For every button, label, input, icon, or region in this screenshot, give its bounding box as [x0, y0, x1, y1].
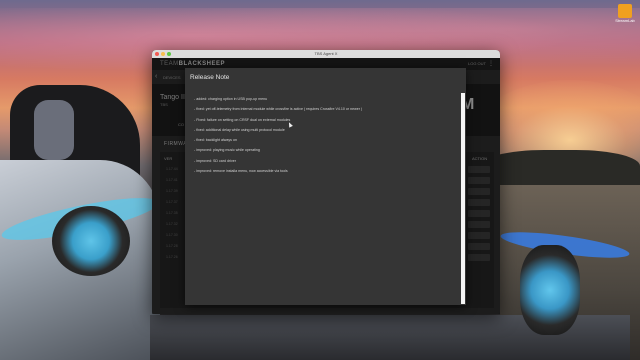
car-window — [34, 100, 74, 160]
tree-line — [480, 150, 640, 190]
release-note-dialog: Release Note - added: charging option in… — [185, 68, 466, 305]
list-item: - improved: remove installa menu, now ac… — [194, 169, 288, 174]
minimize-window-button[interactable] — [161, 52, 165, 56]
window-title: TBS Agent X — [314, 51, 338, 56]
maximize-window-button[interactable] — [167, 52, 171, 56]
list-item: - fixed: yet off-telemetry from internal… — [194, 107, 363, 112]
dialog-title: Release Note — [190, 74, 230, 81]
motor-right — [520, 245, 580, 335]
dialog-scrollbar[interactable] — [461, 93, 465, 304]
list-item: - added: charging option in USB pop-up m… — [194, 97, 268, 101]
app-icon — [618, 4, 632, 18]
list-item: - fixed: additional delay while using mu… — [194, 127, 285, 132]
motor-left — [52, 206, 130, 276]
list-item: - improved: SD card driver — [194, 158, 236, 163]
release-note-list: - added: charging option in USB pop-up m… — [194, 94, 454, 176]
desktop-app-icon[interactable]: StreamLab — [615, 4, 635, 26]
list-item: - Fixed: failure on setting on CRSF dual… — [194, 117, 291, 122]
list-item: - fixed: backlight always on — [194, 138, 237, 143]
title-bar: TBS Agent X — [152, 50, 500, 58]
list-item: - improved: playing music while operatin… — [194, 148, 260, 153]
close-window-button[interactable] — [155, 52, 159, 56]
desktop-icon-label: StreamLab — [615, 18, 635, 23]
